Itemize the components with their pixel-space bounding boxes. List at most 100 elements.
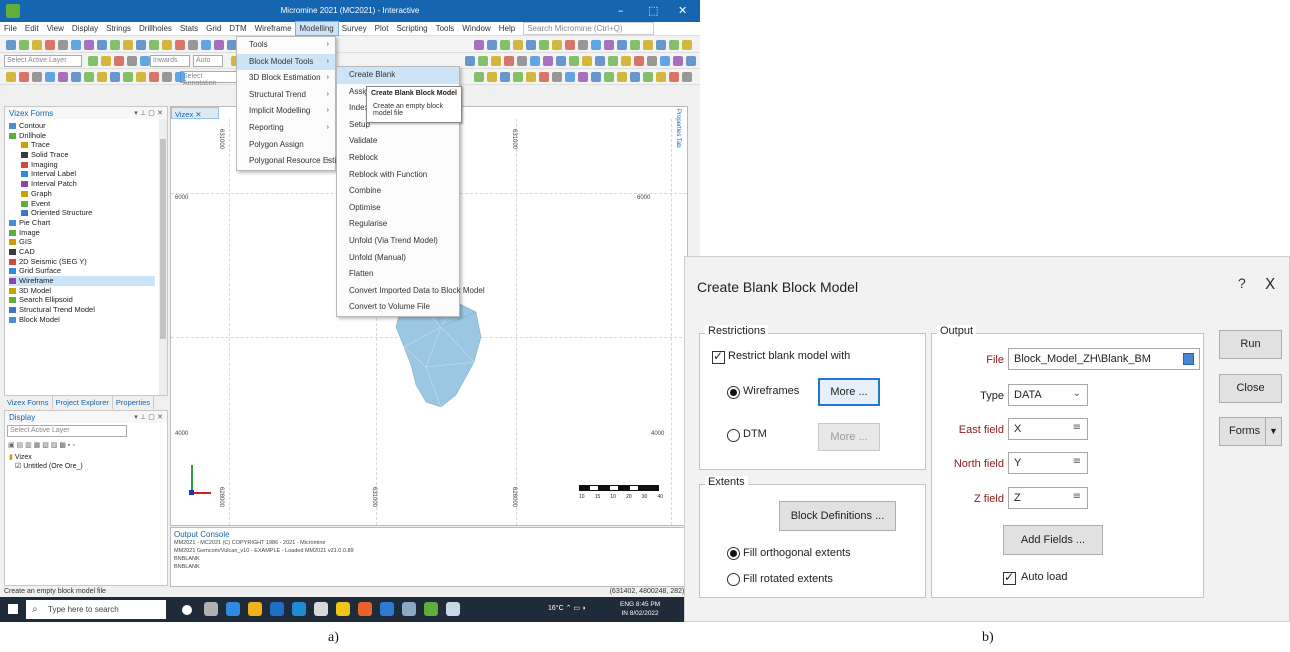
block-tools-menu-item[interactable]: Create Blank bbox=[337, 67, 459, 84]
toolbar-tool-icon[interactable] bbox=[487, 40, 497, 50]
restrict-checkbox[interactable] bbox=[712, 349, 725, 364]
annotation-select[interactable]: Select Annotation bbox=[180, 71, 240, 87]
toolbar-tool-icon[interactable] bbox=[32, 72, 42, 82]
vizex-form-item[interactable]: Interval Patch bbox=[9, 179, 155, 189]
toolbar-tool-icon[interactable] bbox=[569, 56, 579, 66]
firefox-icon[interactable] bbox=[358, 602, 372, 616]
close-icon[interactable]: ✕ bbox=[678, 4, 687, 17]
toolbar-tool-icon[interactable] bbox=[188, 40, 198, 50]
minimize-icon[interactable]: – bbox=[618, 4, 624, 17]
more-wireframes-button[interactable]: More ... bbox=[818, 378, 880, 406]
task-view-icon[interactable] bbox=[204, 602, 218, 616]
toolbar-tool-icon[interactable] bbox=[491, 56, 501, 66]
toolbar-tool-icon[interactable] bbox=[656, 72, 666, 82]
menu-wireframe[interactable]: Wireframe bbox=[251, 22, 296, 35]
field-list-icon[interactable]: ≡ bbox=[1073, 456, 1081, 467]
toolbar-tool-icon[interactable] bbox=[19, 40, 29, 50]
vizex-form-item[interactable]: Drillhole bbox=[9, 131, 155, 141]
toolbar-tool-icon[interactable] bbox=[71, 40, 81, 50]
modelling-menu-item[interactable]: Polygon Assign bbox=[237, 137, 335, 154]
toolbar-tool-icon[interactable] bbox=[101, 56, 111, 66]
auto-load-checkbox[interactable] bbox=[1003, 570, 1016, 585]
block-tools-menu-item[interactable]: Unfold (Via Trend Model) bbox=[337, 233, 459, 250]
menu-file[interactable]: File bbox=[0, 22, 21, 35]
menu-dtm[interactable]: DTM bbox=[225, 22, 250, 35]
menu-plot[interactable]: Plot bbox=[371, 22, 393, 35]
forms-button[interactable]: Forms ▼ bbox=[1219, 417, 1282, 446]
modelling-menu-item[interactable]: Tools › bbox=[237, 37, 335, 54]
toolbar-tool-icon[interactable] bbox=[669, 40, 679, 50]
help-button[interactable]: ? bbox=[1238, 275, 1246, 291]
toolbar-tool-icon[interactable] bbox=[474, 72, 484, 82]
vizex-form-item[interactable]: Search Ellipsoid bbox=[9, 295, 155, 305]
toolbar-tool-icon[interactable] bbox=[630, 40, 640, 50]
toolbar-tool-icon[interactable] bbox=[149, 40, 159, 50]
toolbar-tool-icon[interactable] bbox=[604, 72, 614, 82]
file-browse-icon[interactable] bbox=[1183, 353, 1194, 365]
east-field-input[interactable]: X ≡ bbox=[1008, 418, 1088, 440]
modelling-menu-item[interactable]: Polygonal Resource Estimation › bbox=[237, 153, 360, 170]
vizex-form-item[interactable]: Graph bbox=[9, 189, 155, 199]
toolbar-tool-icon[interactable] bbox=[123, 40, 133, 50]
toolbar-tool-icon[interactable] bbox=[513, 72, 523, 82]
menu-grid[interactable]: Grid bbox=[202, 22, 225, 35]
toolbar-tool-icon[interactable] bbox=[88, 56, 98, 66]
toolbar-tool-icon[interactable] bbox=[656, 40, 666, 50]
toolbar-tool-icon[interactable] bbox=[539, 40, 549, 50]
toolbar-tool-icon[interactable] bbox=[526, 72, 536, 82]
toolbar-tool-icon[interactable] bbox=[71, 72, 81, 82]
modelling-menu-item[interactable]: Implicit Modelling › bbox=[237, 103, 335, 120]
modelling-menu-item[interactable]: Reporting › bbox=[237, 120, 335, 137]
vizex-form-item[interactable]: Grid Surface bbox=[9, 266, 155, 276]
menu-view[interactable]: View bbox=[43, 22, 68, 35]
block-definitions-button[interactable]: Block Definitions ... bbox=[779, 501, 896, 531]
toolbar-tool-icon[interactable] bbox=[45, 72, 55, 82]
active-layer-select[interactable]: Select Active Layer bbox=[4, 55, 82, 67]
toolbar-tool-icon[interactable] bbox=[465, 56, 475, 66]
block-tools-menu-item[interactable]: Reblock bbox=[337, 150, 459, 167]
block-tools-menu-item[interactable]: Flatten bbox=[337, 266, 459, 283]
toolbar-tool-icon[interactable] bbox=[647, 56, 657, 66]
vizex-form-item[interactable]: Event bbox=[9, 199, 155, 209]
vizex-form-item[interactable]: Imaging bbox=[9, 160, 155, 170]
system-tray[interactable]: 16°C ⌃ ▭ ◗ bbox=[548, 604, 586, 612]
toolbar-tool-icon[interactable] bbox=[127, 56, 137, 66]
toolbar-tool-icon[interactable] bbox=[84, 40, 94, 50]
store-icon[interactable] bbox=[292, 602, 306, 616]
toolbar-tool-icon[interactable] bbox=[45, 40, 55, 50]
field-list-icon[interactable]: ≡ bbox=[1073, 422, 1081, 433]
toolbar-tool-icon[interactable] bbox=[504, 56, 514, 66]
dtm-radio[interactable] bbox=[727, 429, 740, 442]
toolbar-tool-icon[interactable] bbox=[530, 56, 540, 66]
north-field-input[interactable]: Y ≡ bbox=[1008, 452, 1088, 474]
display-root[interactable]: ▮ Vizex bbox=[9, 453, 32, 461]
menu-window[interactable]: Window bbox=[458, 22, 494, 35]
toolbar-tool-icon[interactable] bbox=[136, 40, 146, 50]
toolbar-tool-icon[interactable] bbox=[84, 72, 94, 82]
chrome-icon[interactable] bbox=[336, 602, 350, 616]
vizex-form-item[interactable]: 2D Seismic (SEG Y) bbox=[9, 257, 155, 267]
toolbar-tool-icon[interactable] bbox=[19, 72, 29, 82]
display-layer-item[interactable]: ☑ Untitled (Ore Ore_) bbox=[15, 462, 83, 470]
toolbar-tool-icon[interactable] bbox=[578, 72, 588, 82]
fill-rotated-radio[interactable] bbox=[727, 573, 740, 586]
mail-icon[interactable] bbox=[380, 602, 394, 616]
vizex-form-item[interactable]: Wireframe bbox=[9, 276, 155, 286]
display-active-layer[interactable]: Select Active Layer bbox=[7, 425, 127, 437]
vizex-forms-scrollbar[interactable] bbox=[159, 119, 167, 395]
toolbar-tool-icon[interactable] bbox=[669, 72, 679, 82]
toolbar-tool-icon[interactable] bbox=[97, 72, 107, 82]
cortana-icon[interactable] bbox=[182, 605, 192, 615]
micromine-taskbar-icon[interactable] bbox=[424, 602, 438, 616]
toolbar-tool-icon[interactable] bbox=[162, 40, 172, 50]
tab-vizex[interactable]: Vizex ✕ bbox=[171, 107, 219, 119]
toolbar-tool-icon[interactable] bbox=[6, 40, 16, 50]
close-button[interactable]: Close bbox=[1219, 374, 1282, 403]
block-tools-menu-item[interactable]: Reblock with Function bbox=[337, 167, 459, 184]
block-tools-menu-item[interactable]: Combine bbox=[337, 183, 459, 200]
forms-dropdown-icon[interactable]: ▼ bbox=[1265, 418, 1281, 445]
left-tab-vizex-forms[interactable]: Vizex Forms bbox=[4, 396, 53, 409]
block-tools-menu-item[interactable]: Optimise bbox=[337, 200, 459, 217]
wireframes-radio[interactable] bbox=[727, 386, 740, 399]
toolbar-tool-icon[interactable] bbox=[621, 56, 631, 66]
